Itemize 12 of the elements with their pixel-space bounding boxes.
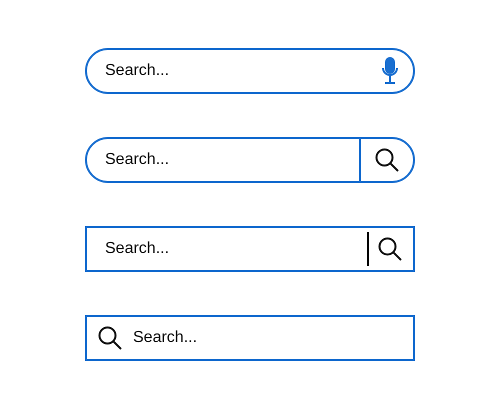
search-icon[interactable]: [97, 325, 123, 351]
search-field[interactable]: Search...: [85, 315, 415, 361]
search-icon[interactable]: [377, 236, 403, 262]
search-input[interactable]: Search...: [123, 329, 413, 347]
search-input[interactable]: Search...: [87, 240, 367, 258]
search-input[interactable]: Search...: [87, 62, 381, 80]
search-input[interactable]: Search...: [87, 151, 359, 169]
microphone-icon[interactable]: [381, 57, 399, 85]
search-icon[interactable]: [374, 147, 400, 173]
search-field[interactable]: Search...: [85, 226, 415, 272]
search-field[interactable]: Search...: [85, 137, 415, 183]
search-field[interactable]: Search...: [85, 48, 415, 94]
